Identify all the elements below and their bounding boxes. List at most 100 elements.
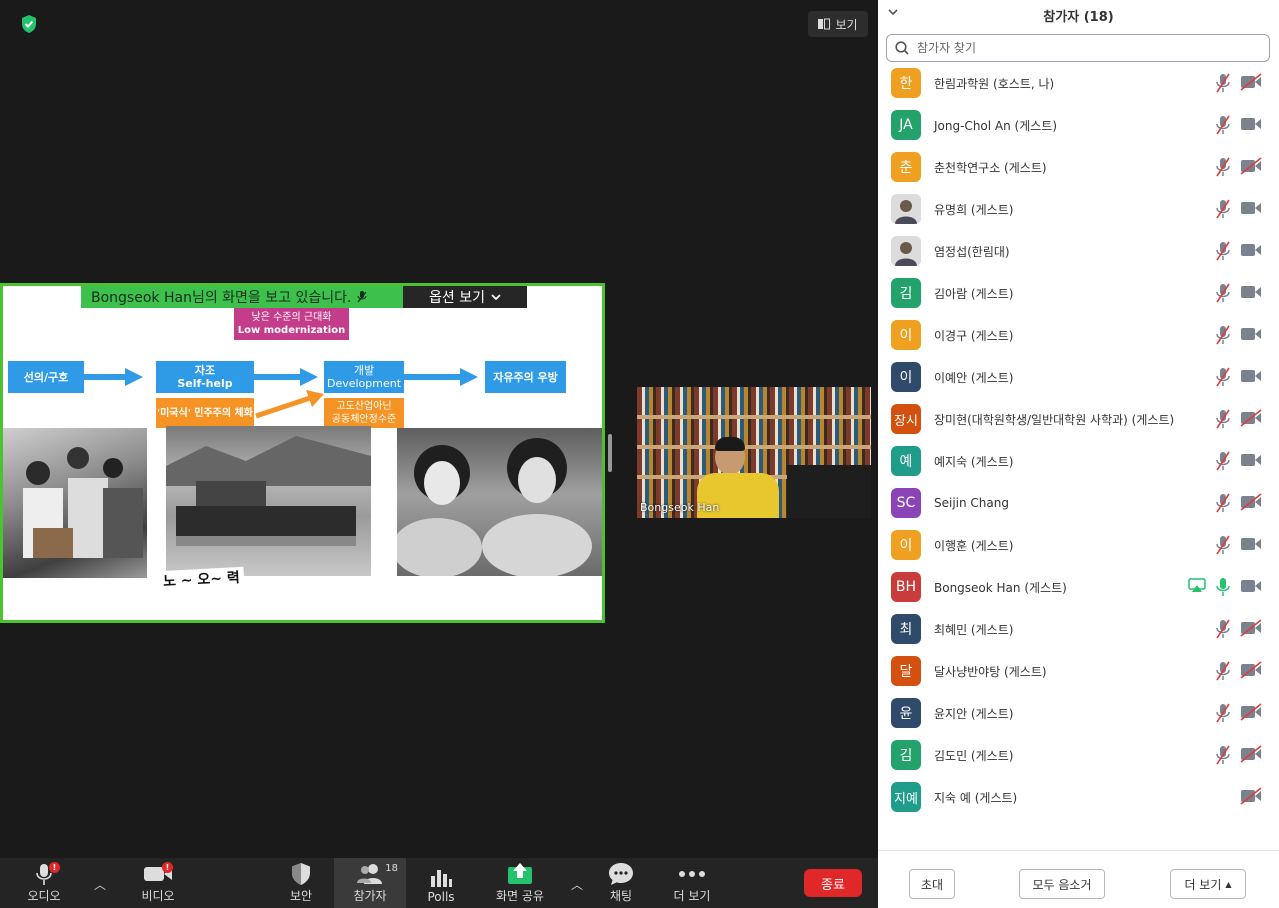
- participant-row[interactable]: 예 예지숙 (게스트): [878, 440, 1279, 482]
- mic-muted-icon[interactable]: [1216, 661, 1230, 685]
- view-button[interactable]: 보기: [808, 11, 868, 37]
- participant-name: 예지숙 (게스트): [934, 454, 1014, 469]
- participant-row[interactable]: 장시 장미현(대학원학생/일반대학원 사학과) (게스트): [878, 398, 1279, 440]
- participant-row[interactable]: 최 최혜민 (게스트): [878, 608, 1279, 650]
- step-box-4: 자유주의 우방: [485, 361, 566, 393]
- camera-off-icon[interactable]: [1240, 661, 1262, 683]
- camera-icon[interactable]: [1240, 535, 1262, 557]
- participant-row[interactable]: SC Seijin Chang: [878, 482, 1279, 524]
- participant-row[interactable]: 이 이예안 (게스트): [878, 356, 1279, 398]
- camera-icon[interactable]: [1240, 325, 1262, 347]
- camera-off-icon[interactable]: [1240, 703, 1262, 725]
- mic-muted-icon[interactable]: [1216, 367, 1230, 391]
- more-button[interactable]: 더 보기: [668, 858, 716, 908]
- camera-icon[interactable]: [1240, 241, 1262, 263]
- camera-off-icon[interactable]: [1240, 493, 1262, 515]
- photo-3-shapes: [397, 438, 592, 576]
- camera-icon[interactable]: [1240, 283, 1262, 305]
- camera-icon[interactable]: [1240, 577, 1262, 599]
- mic-muted-icon[interactable]: [1216, 283, 1230, 307]
- camera-icon[interactable]: [1240, 115, 1262, 137]
- participants-icon: [357, 864, 382, 884]
- viewing-banner: Bongseok Han님의 화면을 보고 있습니다.: [81, 286, 403, 308]
- participant-row[interactable]: 지예 지숙 예 (게스트): [878, 776, 1279, 818]
- audio-button[interactable]: ! 오디오: [20, 858, 68, 908]
- mic-muted-icon[interactable]: [1216, 73, 1230, 97]
- participant-search[interactable]: [886, 34, 1270, 62]
- participant-row[interactable]: 춘 춘천학연구소 (게스트): [878, 146, 1279, 188]
- participant-avatar: 최: [891, 614, 921, 644]
- audio-options-caret[interactable]: ︿: [94, 876, 106, 893]
- view-options-button[interactable]: 옵션 보기: [403, 286, 527, 308]
- step-3-en: Development: [326, 377, 402, 390]
- camera-off-icon[interactable]: [1240, 745, 1262, 767]
- mic-active-icon[interactable]: [1216, 577, 1230, 601]
- mic-muted-icon[interactable]: [1216, 493, 1230, 517]
- participant-row[interactable]: 달 달사냥반야탕 (게스트): [878, 650, 1279, 692]
- participant-name: 이행훈 (게스트): [934, 538, 1014, 553]
- participant-row[interactable]: 김 김아람 (게스트): [878, 272, 1279, 314]
- photo-2-shapes: [166, 436, 371, 546]
- historical-photo-2: [166, 426, 371, 576]
- participant-name: 윤지안 (게스트): [934, 706, 1014, 721]
- mic-muted-icon[interactable]: [1216, 157, 1230, 181]
- camera-icon[interactable]: [1240, 367, 1262, 389]
- mic-muted-icon[interactable]: [1216, 451, 1230, 475]
- camera-off-icon[interactable]: [1240, 157, 1262, 179]
- low-modernization-box: 낮은 수준의 근대화 Low modernization: [234, 308, 349, 340]
- mic-muted-icon[interactable]: [1216, 325, 1230, 349]
- participant-row[interactable]: BH Bongseok Han (게스트): [878, 566, 1279, 608]
- chat-button[interactable]: 채팅: [598, 858, 644, 908]
- mic-muted-icon[interactable]: [1216, 703, 1230, 727]
- share-screen-button[interactable]: 화면 공유: [490, 858, 550, 908]
- mic-muted-icon[interactable]: [1216, 115, 1230, 139]
- participant-row[interactable]: 이 이경구 (게스트): [878, 314, 1279, 356]
- security-button[interactable]: 보안: [278, 858, 324, 908]
- speaker-video[interactable]: Bongseok Han: [637, 387, 871, 518]
- participants-label: 참가자: [353, 889, 387, 903]
- arrow-right-icon: [254, 368, 318, 386]
- video-alert-badge: !: [162, 862, 173, 873]
- mic-muted-icon[interactable]: [1216, 241, 1230, 265]
- mic-muted-icon[interactable]: [1216, 409, 1230, 433]
- camera-icon[interactable]: [1240, 451, 1262, 473]
- participant-row[interactable]: 이 이행훈 (게스트): [878, 524, 1279, 566]
- participant-row[interactable]: JA Jong-Chol An (게스트): [878, 104, 1279, 146]
- camera-off-icon[interactable]: [1240, 409, 1262, 431]
- end-meeting-button[interactable]: 종료: [804, 869, 862, 897]
- search-input[interactable]: [917, 41, 1247, 55]
- low-modernization-en: Low modernization: [237, 325, 346, 336]
- mic-muted-icon[interactable]: [1216, 745, 1230, 769]
- speaker-name: Bongseok Han: [640, 501, 720, 514]
- participant-row[interactable]: 염정섭(한림대): [878, 230, 1279, 272]
- mic-muted-icon[interactable]: [1216, 199, 1230, 223]
- mic-muted-icon[interactable]: [1216, 535, 1230, 559]
- camera-off-icon[interactable]: [1240, 73, 1262, 95]
- participant-row[interactable]: 김 김도민 (게스트): [878, 734, 1279, 776]
- camera-icon[interactable]: [1240, 199, 1262, 221]
- participant-row[interactable]: 윤 윤지안 (게스트): [878, 692, 1279, 734]
- participant-list: 한 한림과학원 (호스트, 나) JA Jong-Chol An (게스트) 춘 춘천학연…: [878, 62, 1279, 818]
- panel-more-button[interactable]: 더 보기 ▲: [1170, 869, 1246, 899]
- arrow-right-icon: [404, 368, 478, 386]
- polls-button[interactable]: Polls: [418, 858, 464, 908]
- security-shield-icon[interactable]: [20, 14, 38, 34]
- participant-row[interactable]: 유명희 (게스트): [878, 188, 1279, 230]
- share-banner: Bongseok Han님의 화면을 보고 있습니다. 옵션 보기: [81, 286, 527, 308]
- step-box-3: 개발 Development: [324, 361, 404, 393]
- security-label: 보안: [289, 889, 313, 903]
- video-button[interactable]: ! 비디오: [134, 858, 182, 908]
- camera-off-icon[interactable]: [1240, 787, 1262, 809]
- invite-button[interactable]: 초대: [909, 869, 955, 899]
- slide-caption: 노 ~ 오~ 력: [158, 566, 245, 592]
- mic-muted-icon[interactable]: [1216, 619, 1230, 643]
- shield-icon: [292, 863, 310, 885]
- share-options-caret[interactable]: ︿: [571, 876, 583, 893]
- step-3-kr: 개발: [353, 364, 375, 377]
- camera-off-icon[interactable]: [1240, 619, 1262, 641]
- mute-all-button[interactable]: 모두 음소거: [1019, 869, 1105, 899]
- participant-row[interactable]: 한 한림과학원 (호스트, 나): [878, 62, 1279, 104]
- participant-avatar: [891, 194, 921, 224]
- resize-handle[interactable]: [608, 434, 612, 472]
- participants-button[interactable]: 18 참가자: [334, 858, 406, 908]
